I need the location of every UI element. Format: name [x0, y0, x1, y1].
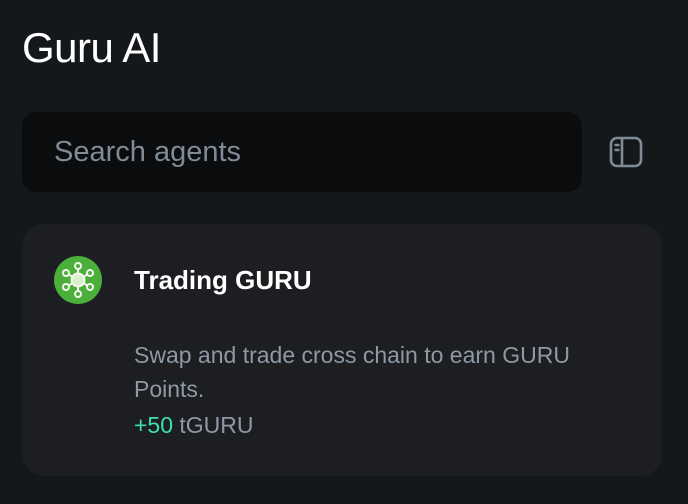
- reward-unit: tGURU: [179, 412, 254, 438]
- agent-description: Swap and trade cross chain to earn GURU …: [134, 342, 570, 402]
- reward-amount: +50: [134, 412, 174, 438]
- page-title: Guru AI: [22, 24, 161, 71]
- sidebar-toggle-button[interactable]: [608, 134, 644, 170]
- search-box: [22, 112, 582, 192]
- sidebar-panel-icon: [609, 136, 643, 168]
- search-input[interactable]: [22, 112, 582, 192]
- network-nodes-icon: [54, 256, 102, 304]
- agent-name: Trading GURU: [134, 265, 312, 295]
- search-row: [22, 112, 652, 192]
- agent-card-trading-guru[interactable]: Trading GURU Swap and trade cross chain …: [22, 224, 662, 476]
- agent-reward: +50 tGURU: [134, 408, 254, 442]
